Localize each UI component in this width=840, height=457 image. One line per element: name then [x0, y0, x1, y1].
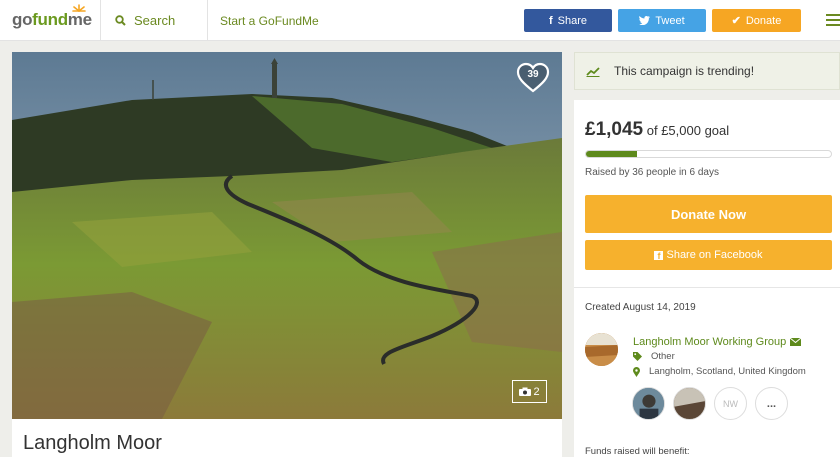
campaign-hero-image[interactable]: 39 2 — [12, 52, 562, 419]
share-button[interactable]: f Share — [524, 9, 612, 32]
logo-suffix: me — [67, 10, 92, 29]
trending-text: This campaign is trending! — [614, 64, 755, 78]
campaign-title: Langholm Moor — [23, 432, 162, 454]
location-row: Langholm, Scotland, United Kingdom — [633, 366, 806, 377]
twitter-icon — [639, 16, 651, 25]
facebook-icon: f — [654, 250, 664, 261]
tweet-label: Tweet — [655, 14, 685, 27]
created-date: Created August 14, 2019 — [585, 302, 696, 313]
camera-icon — [519, 387, 532, 396]
funds-benefit-heading: Funds raised will benefit: — [585, 446, 690, 457]
search-link[interactable]: Search — [100, 0, 175, 41]
donate-label: Donate — [745, 14, 782, 27]
organizer-avatar[interactable] — [585, 333, 618, 366]
logo-fund: fund — [32, 10, 68, 29]
donor-avatar[interactable] — [673, 387, 706, 420]
donor-avatar-initials[interactable]: NW — [714, 387, 747, 420]
share-label: Share — [557, 14, 588, 27]
menu-icon[interactable] — [826, 14, 840, 29]
raised-amount: £1,045 — [585, 119, 644, 140]
tag-icon — [633, 352, 642, 361]
logo-sun-icon — [72, 4, 86, 12]
moorland-landscape-image — [12, 52, 562, 419]
envelope-icon — [790, 338, 802, 346]
donor-photo — [633, 388, 664, 419]
search-label: Search — [134, 13, 176, 28]
divider — [574, 287, 840, 288]
location-pin-icon — [633, 366, 640, 377]
photo-gallery-button[interactable]: 2 — [512, 380, 547, 403]
start-label: Start a GoFundMe — [220, 13, 319, 28]
heart-count: 39 — [527, 69, 539, 80]
location-text: Langholm, Scotland, United Kingdom — [649, 366, 806, 377]
tweet-button[interactable]: Tweet — [618, 9, 706, 32]
organizer-avatar-image — [585, 333, 618, 366]
campaign-title-box: Langholm Moor — [12, 419, 562, 457]
donate-now-button[interactable]: Donate Now — [585, 195, 832, 233]
organizer-name: Langholm Moor Working Group — [633, 336, 787, 348]
amount-raised: £1,045 of £5,000 goal — [585, 119, 729, 141]
top-header: gofundme Search Start a GoFundMe f Share… — [0, 0, 840, 41]
facebook-icon: f — [548, 14, 553, 27]
share-on-facebook-button[interactable]: f Share on Facebook — [585, 240, 832, 270]
more-donors-button[interactable]: ... — [755, 387, 788, 420]
start-gofundme-link[interactable]: Start a GoFundMe — [207, 0, 319, 41]
donor-photo — [674, 388, 705, 419]
progress-fill — [586, 151, 638, 157]
progress-bar — [585, 150, 832, 158]
goal-text: of £5,000 goal — [646, 123, 730, 138]
organizer-name-link[interactable]: Langholm Moor Working Group — [633, 336, 802, 348]
donate-button[interactable]: ✔ Donate — [712, 9, 801, 32]
trending-chart-icon — [586, 66, 600, 77]
check-icon: ✔ — [731, 15, 741, 27]
photo-count: 2 — [533, 385, 540, 398]
donor-avatars: NW ... — [632, 387, 796, 420]
gofundme-logo[interactable]: gofundme — [12, 10, 92, 30]
logo-prefix: go — [12, 10, 33, 29]
trending-banner: This campaign is trending! — [574, 52, 840, 90]
donor-avatar[interactable] — [632, 387, 665, 420]
heart-button[interactable]: 39 — [515, 62, 551, 94]
raised-by-text: Raised by 36 people in 6 days — [585, 167, 719, 178]
category-text: Other — [651, 351, 675, 362]
donate-now-label: Donate Now — [670, 206, 747, 222]
search-icon — [115, 15, 126, 26]
donation-card: £1,045 of £5,000 goal Raised by 36 peopl… — [574, 100, 840, 457]
category-row: Other — [633, 351, 675, 362]
share-facebook-label: Share on Facebook — [666, 249, 763, 261]
